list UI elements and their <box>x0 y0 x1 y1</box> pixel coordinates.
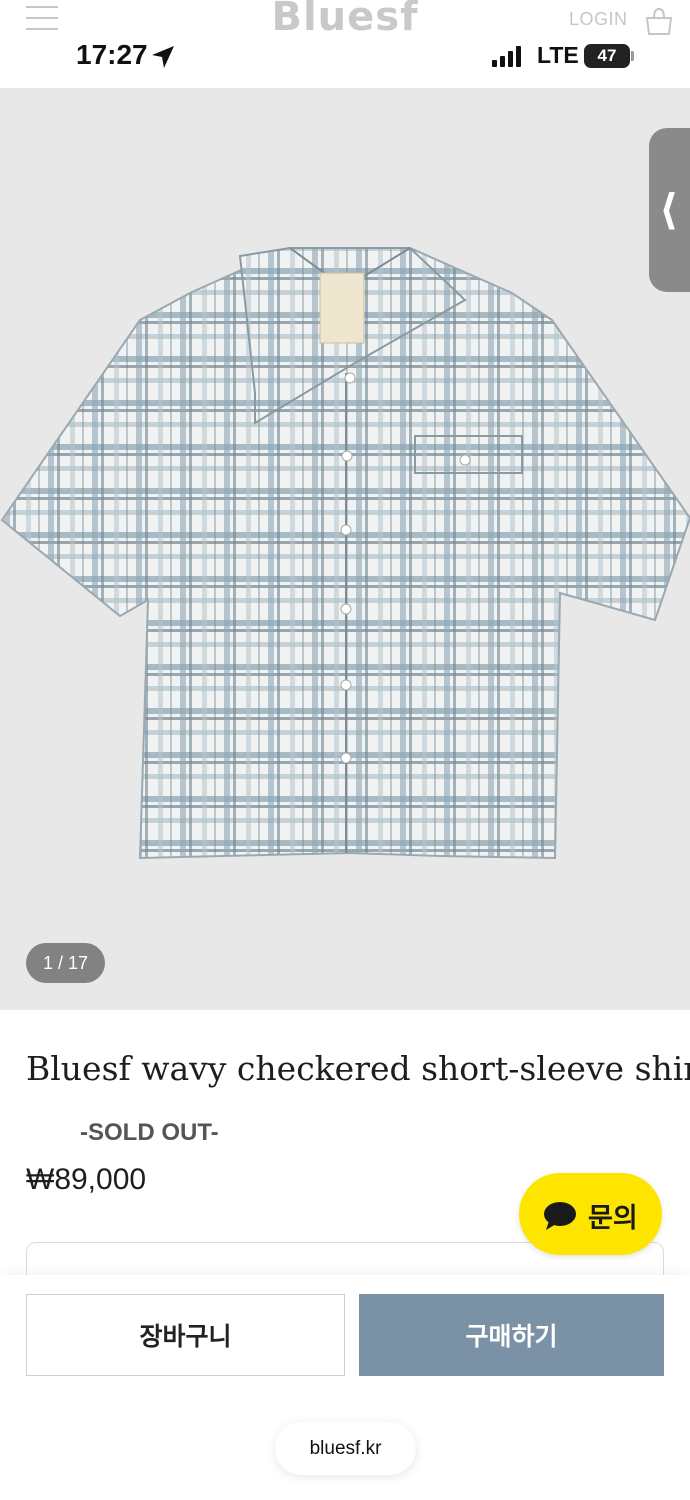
battery-tip <box>631 51 634 61</box>
product-price: ₩89,000 <box>26 1163 147 1196</box>
shopping-bag-icon[interactable] <box>644 6 674 36</box>
add-to-cart-button[interactable]: 장바구니 <box>26 1294 345 1376</box>
sold-out-label: -SOLD OUT- <box>80 1119 219 1146</box>
battery-level: 47 <box>584 44 630 68</box>
status-time: 17:27 <box>76 39 148 70</box>
side-tab-toggle[interactable]: ⟨ <box>649 128 690 292</box>
buy-now-button[interactable]: 구매하기 <box>359 1294 664 1376</box>
inquiry-button[interactable]: 문의 <box>519 1173 662 1255</box>
chat-bubble-icon <box>544 1202 576 1230</box>
shirt-image <box>0 88 690 1010</box>
login-link[interactable]: LOGIN <box>569 9 628 30</box>
top-bar: Bluesf LOGIN 17:27 LTE 47 <box>0 0 690 88</box>
browser-url[interactable]: bluesf.kr <box>275 1422 416 1475</box>
image-counter: 1 / 17 <box>26 943 105 983</box>
chevron-left-icon: ⟨ <box>659 186 679 233</box>
location-arrow-icon <box>152 46 174 68</box>
product-image-carousel[interactable]: ⟨ <box>0 88 690 1010</box>
product-title: Bluesf wavy checkered short-sleeve shirt <box>26 1049 690 1088</box>
network-type: LTE <box>537 42 579 68</box>
inquiry-label: 문의 <box>588 1203 638 1234</box>
cellular-signal-icon <box>492 46 521 67</box>
